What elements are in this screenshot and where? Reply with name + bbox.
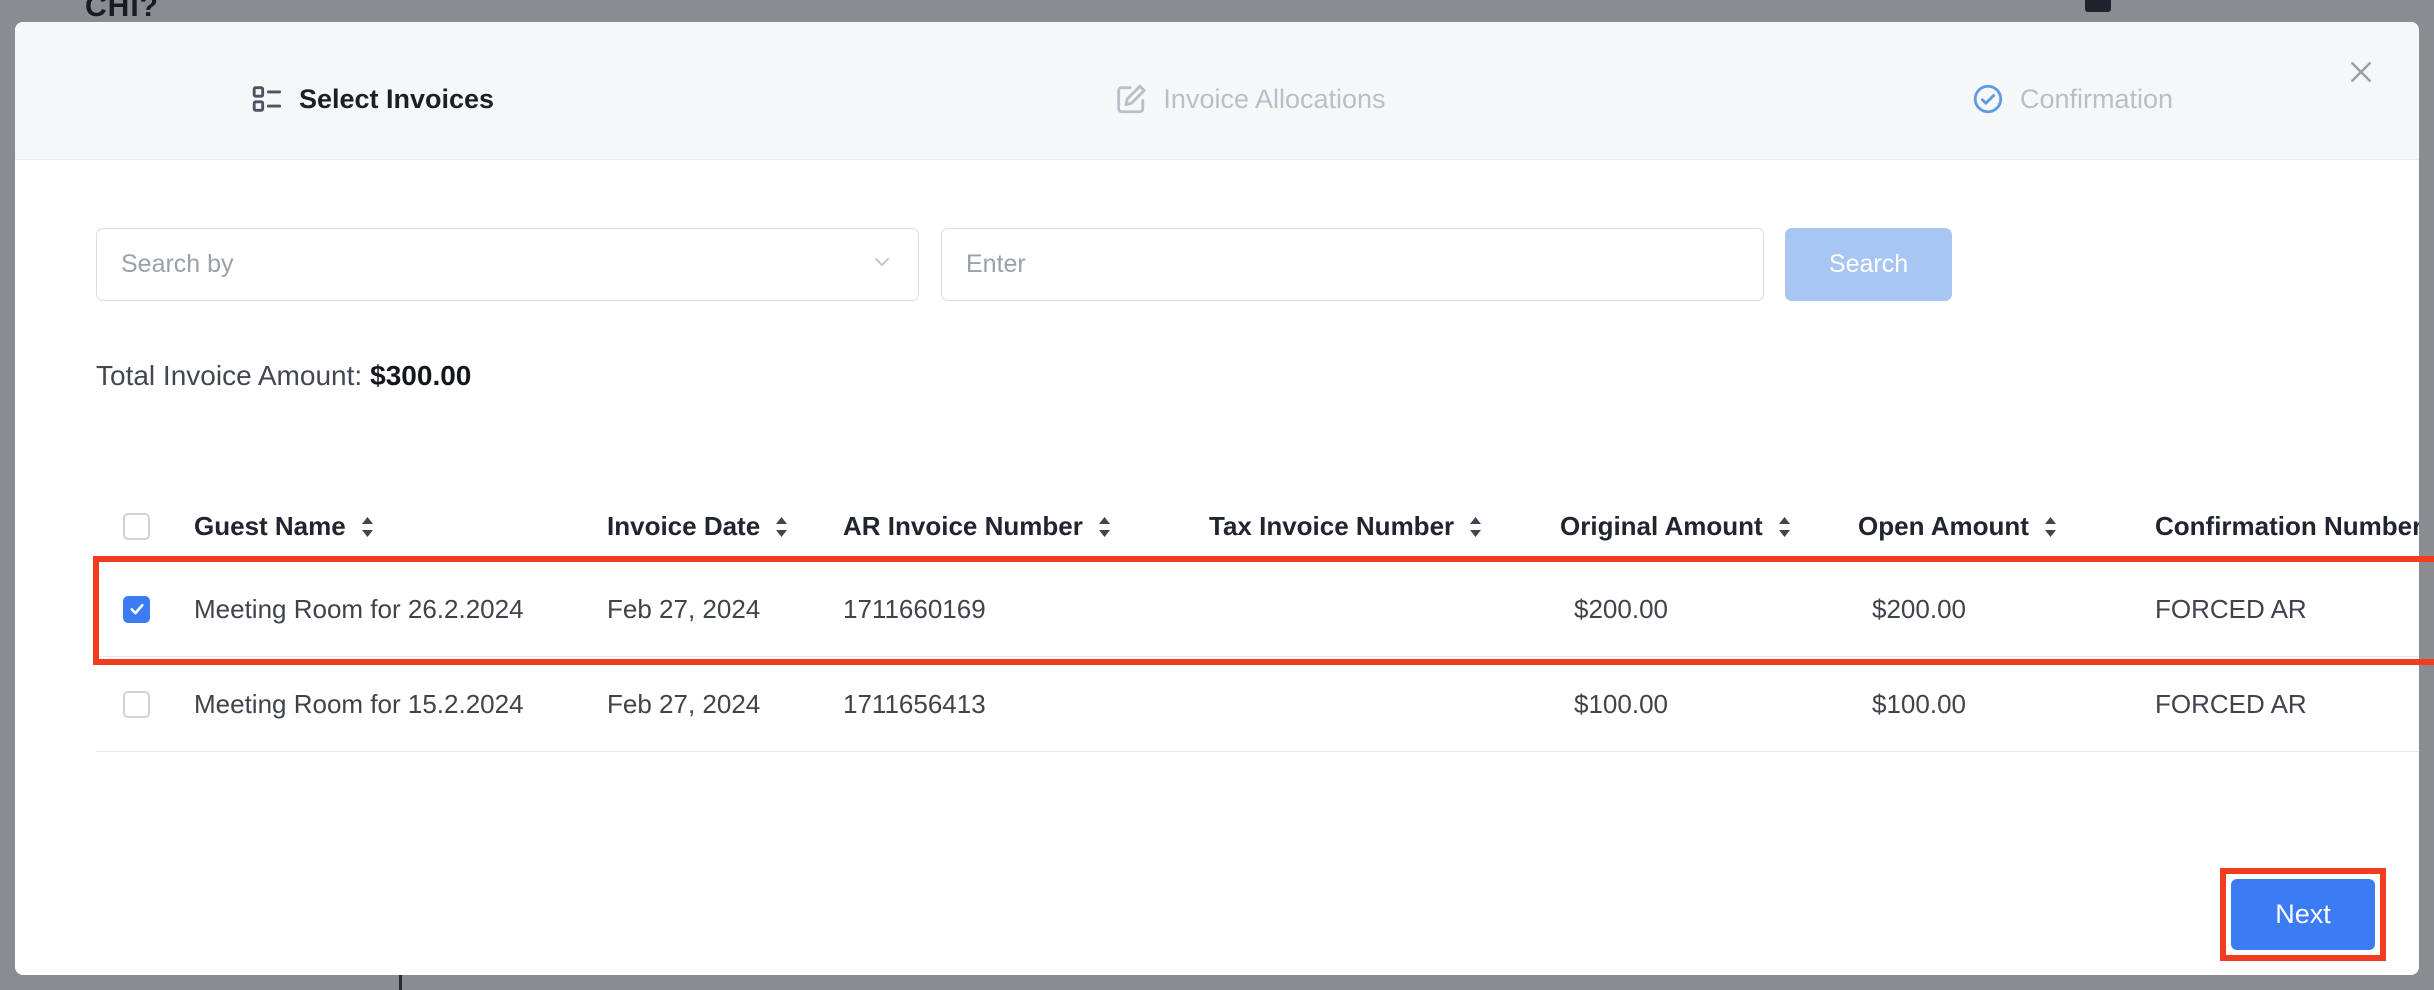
cell-open-amount: $200.00: [1858, 594, 2155, 625]
row-checkbox[interactable]: [123, 596, 150, 623]
step-invoice-allocations[interactable]: Invoice Allocations: [1114, 82, 1385, 116]
total-invoice-amount: Total Invoice Amount: $300.00: [96, 360, 471, 392]
cell-confirmation-number: FORCED AR: [2155, 594, 2419, 625]
cell-ar-invoice-number: 1711660169: [843, 594, 1209, 625]
cell-guest-name: Meeting Room for 26.2.2024: [194, 594, 607, 625]
sort-icon[interactable]: [360, 515, 375, 539]
search-button[interactable]: Search: [1785, 228, 1952, 301]
cell-original-amount: $200.00: [1560, 594, 1858, 625]
invoices-table: Guest Name Invoice Date AR Invoice Numbe…: [96, 492, 2419, 752]
search-by-placeholder: Search by: [121, 250, 234, 279]
column-header-confirmation-number[interactable]: Confirmation Number: [2155, 511, 2419, 542]
wizard-steps-header: Select Invoices Invoice Allocations: [15, 22, 2419, 160]
column-header-guest-name[interactable]: Guest Name: [194, 511, 607, 542]
total-value: $300.00: [370, 360, 471, 391]
close-icon[interactable]: [2343, 54, 2379, 90]
invoice-payment-modal: Select Invoices Invoice Allocations: [15, 22, 2419, 975]
search-value-input[interactable]: [941, 228, 1764, 301]
edit-square-icon: [1114, 82, 1148, 116]
cell-invoice-date: Feb 27, 2024: [607, 594, 843, 625]
select-invoices-icon: [250, 82, 284, 116]
cell-open-amount: $100.00: [1858, 689, 2155, 720]
sort-icon[interactable]: [1097, 515, 1112, 539]
cell-invoice-date: Feb 27, 2024: [607, 689, 843, 720]
check-circle-icon: [1971, 82, 2005, 116]
table-row[interactable]: Meeting Room for 26.2.2024 Feb 27, 2024 …: [96, 562, 2419, 657]
sort-icon[interactable]: [1468, 515, 1483, 539]
column-header-open-amount[interactable]: Open Amount: [1858, 511, 2155, 542]
step-confirmation[interactable]: Confirmation: [1971, 82, 2173, 116]
column-header-tax-invoice-number[interactable]: Tax Invoice Number: [1209, 511, 1560, 542]
column-header-original-amount[interactable]: Original Amount: [1560, 511, 1858, 542]
chevron-down-icon: [870, 250, 894, 279]
table-header-row: Guest Name Invoice Date AR Invoice Numbe…: [96, 492, 2419, 562]
cell-original-amount: $100.00: [1560, 689, 1858, 720]
column-header-invoice-date[interactable]: Invoice Date: [607, 511, 843, 542]
cell-confirmation-number: FORCED AR: [2155, 689, 2419, 720]
search-by-select[interactable]: Search by: [96, 228, 919, 301]
cell-ar-invoice-number: 1711656413: [843, 689, 1209, 720]
row-checkbox[interactable]: [123, 691, 150, 718]
step-label: Select Invoices: [299, 84, 494, 115]
step-label: Invoice Allocations: [1163, 84, 1385, 115]
step-label: Confirmation: [2020, 84, 2173, 115]
sort-icon[interactable]: [774, 515, 789, 539]
table-row[interactable]: Meeting Room for 15.2.2024 Feb 27, 2024 …: [96, 657, 2419, 752]
step-select-invoices[interactable]: Select Invoices: [250, 82, 494, 116]
total-label: Total Invoice Amount:: [96, 360, 362, 391]
sort-icon[interactable]: [2043, 515, 2058, 539]
cell-guest-name: Meeting Room for 15.2.2024: [194, 689, 607, 720]
select-all-checkbox[interactable]: [123, 513, 150, 540]
column-header-ar-invoice-number[interactable]: AR Invoice Number: [843, 511, 1209, 542]
screen: CHI? Select Invoices: [0, 0, 2434, 990]
next-button[interactable]: Next: [2231, 879, 2375, 950]
sort-icon[interactable]: [1777, 515, 1792, 539]
